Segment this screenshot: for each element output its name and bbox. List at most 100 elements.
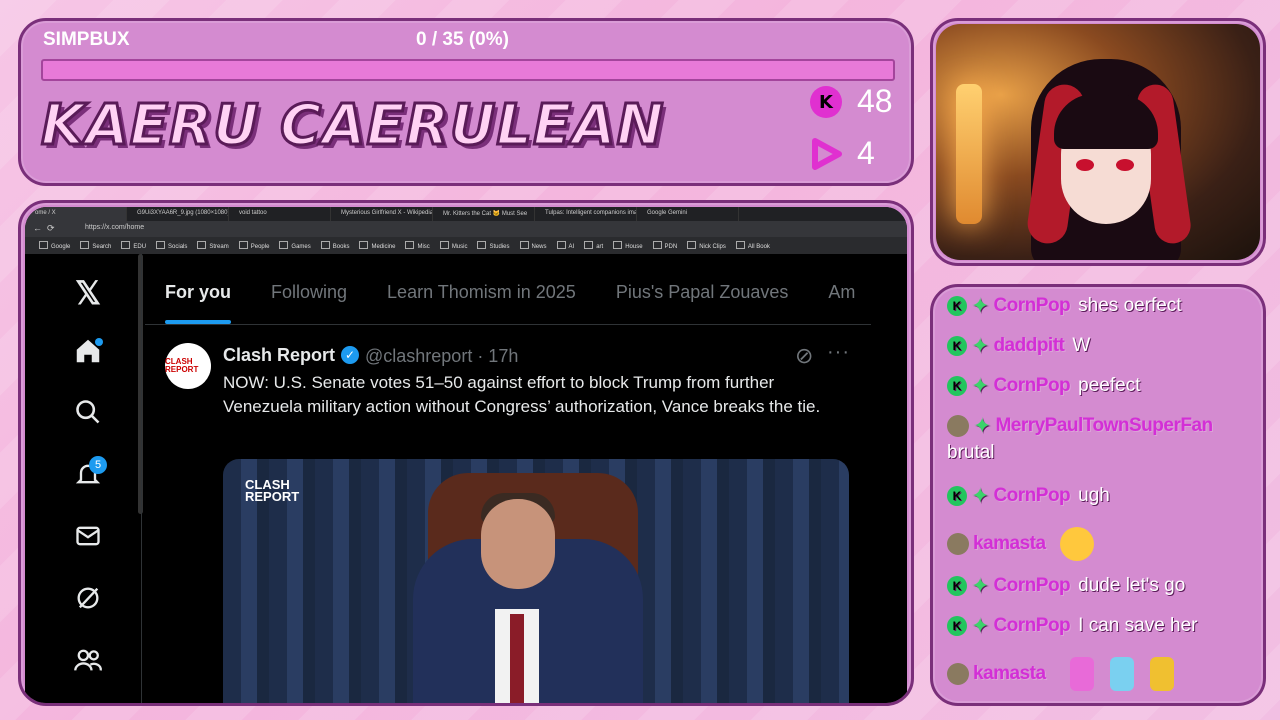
browser-tab-bar: ome / X G9Ui3XYAA6R_9.jpg (1080×1080) void… bbox=[25, 207, 907, 221]
streamer-name: KAERU CAERULEAN bbox=[40, 92, 666, 160]
goal-panel: SIMPBUX 0 / 35 (0%) KAERU CAERULEAN K 48… bbox=[18, 18, 914, 186]
communities-icon[interactable] bbox=[73, 646, 103, 681]
kick-stat: K 48 bbox=[809, 83, 893, 120]
bookmarks-bar: Google Search EDU Socials Stream People Games B… bbox=[25, 237, 907, 254]
chat-message-text: I can save her bbox=[1078, 615, 1198, 636]
x-logo-icon[interactable]: 𝕏 bbox=[73, 274, 103, 312]
bookmark-folder[interactable]: Medicine bbox=[359, 241, 395, 250]
user-avatar-icon bbox=[947, 415, 969, 437]
emote-icon bbox=[1109, 657, 1134, 691]
chat-message: ✦ MerryPaulTownSuperFan bbox=[947, 413, 1221, 439]
chat-message: K ✦ daddpitt W bbox=[947, 333, 1090, 359]
bookmark-folder[interactable]: Google bbox=[39, 241, 70, 250]
goal-label: SIMPBUX bbox=[43, 29, 130, 50]
bookmark-folder[interactable]: AI bbox=[557, 241, 575, 250]
post[interactable]: CLASH REPORT Clash Report ✓ @clashreport… bbox=[145, 325, 871, 703]
bookmark-folder[interactable]: Search bbox=[80, 241, 111, 250]
chat-message-text: ugh bbox=[1078, 485, 1110, 506]
bookmark-folder[interactable]: Nick Clips bbox=[687, 241, 726, 250]
url-text[interactable]: https://x.com/home bbox=[85, 224, 144, 231]
subscriber-badge-icon: ✦ bbox=[971, 333, 990, 358]
avatar[interactable]: CLASH REPORT bbox=[165, 343, 211, 389]
post-media[interactable]: CLASH REPORT bbox=[223, 459, 849, 703]
bookmark-folder[interactable]: All Book bbox=[736, 241, 770, 250]
messages-icon[interactable] bbox=[73, 522, 103, 557]
bookmark-folder[interactable]: PDN bbox=[653, 241, 678, 250]
bookmark-folder[interactable]: News bbox=[520, 241, 547, 250]
tab-following[interactable]: Following bbox=[251, 254, 367, 324]
tab-papal-zouaves[interactable]: Pius's Papal Zouaves bbox=[596, 254, 809, 324]
bookmark-folder[interactable]: Music bbox=[440, 241, 468, 250]
bookmark-folder[interactable]: House bbox=[613, 241, 642, 250]
bookmark-folder[interactable]: Stream bbox=[197, 241, 228, 250]
chat-username[interactable]: MerryPaulTownSuperFan bbox=[995, 415, 1213, 437]
browser-tab[interactable]: G9Ui3XYAA6R_9.jpg (1080×1080) bbox=[127, 207, 229, 221]
chat-message: K ✦ CornPop I can save her bbox=[947, 613, 1198, 639]
svg-text:K: K bbox=[819, 92, 834, 113]
x-feed: For you Following Learn Thomism in 2025 … bbox=[145, 254, 871, 703]
kick-badge-icon: K bbox=[947, 486, 967, 506]
kick-badge-icon: K bbox=[947, 616, 967, 636]
subscriber-badge-icon: ✦ bbox=[973, 413, 992, 438]
reload-icon[interactable]: ⟳ bbox=[47, 223, 55, 234]
chat-username[interactable]: CornPop bbox=[993, 375, 1070, 397]
bookmark-folder[interactable]: Books bbox=[321, 241, 350, 250]
chat-username[interactable]: daddpitt bbox=[993, 335, 1064, 357]
back-icon[interactable]: ← bbox=[33, 223, 42, 233]
chat-message: K ✦ CornPop shes oerfect bbox=[947, 293, 1182, 319]
chat-username[interactable]: CornPop bbox=[993, 485, 1070, 507]
chat-username[interactable]: kamasta bbox=[973, 533, 1046, 555]
emote-icon bbox=[1069, 657, 1094, 691]
kick-badge-icon: K bbox=[947, 576, 967, 596]
grok-icon[interactable]: ⊘ bbox=[795, 343, 813, 369]
chat-message: K ✦ CornPop dude let's go bbox=[947, 573, 1185, 599]
browser-tab[interactable]: void tattoo bbox=[229, 207, 331, 221]
chat-username[interactable]: CornPop bbox=[993, 575, 1070, 597]
bookmark-folder[interactable]: Studies bbox=[477, 241, 509, 250]
goal-progress-bar bbox=[41, 59, 895, 81]
feed-tabs: For you Following Learn Thomism in 2025 … bbox=[145, 254, 871, 325]
user-avatar-icon bbox=[947, 663, 969, 685]
address-bar[interactable]: ← ⟳ https://x.com/home bbox=[25, 221, 907, 237]
browser-tab[interactable]: Mysterious Girlfriend X - Wikipedia bbox=[331, 207, 433, 221]
kick-count: 48 bbox=[857, 83, 893, 119]
kick-badge-icon: K bbox=[947, 376, 967, 396]
browser-frame: ome / X G9Ui3XYAA6R_9.jpg (1080×1080) void… bbox=[18, 200, 914, 706]
notifications-icon[interactable]: 5 bbox=[73, 456, 107, 495]
search-icon[interactable] bbox=[73, 398, 103, 433]
browser-tab[interactable]: Tulpas: Intelligent companions ima bbox=[535, 207, 637, 221]
bookmark-folder[interactable]: EDU bbox=[121, 241, 146, 250]
post-author[interactable]: Clash Report bbox=[223, 345, 335, 366]
chat-message-text: dude let's go bbox=[1078, 575, 1186, 596]
browser-tab[interactable]: Google Gemini bbox=[637, 207, 739, 221]
subscriber-badge-icon: ✦ bbox=[971, 483, 990, 508]
tab-for-you[interactable]: For you bbox=[145, 254, 251, 324]
emote-icon bbox=[1149, 657, 1174, 691]
chat-message: kamasta bbox=[947, 527, 1094, 561]
grok-icon[interactable] bbox=[73, 584, 103, 619]
subscriber-badge-icon: ✦ bbox=[971, 573, 990, 598]
chat-message-text: W bbox=[1072, 335, 1091, 356]
tab-learn-thomism[interactable]: Learn Thomism in 2025 bbox=[367, 254, 596, 324]
chat-username[interactable]: kamasta bbox=[973, 663, 1046, 685]
chat-message: kamasta bbox=[947, 657, 1174, 691]
chat-panel: K ✦ CornPop shes oerfect K ✦ daddpitt W K ✦ CornPo… bbox=[930, 284, 1266, 706]
browser-tab[interactable]: ome / X bbox=[25, 207, 127, 221]
browser-tab[interactable]: Mr. Kitters the Cat 🐱 Must See bbox=[433, 207, 535, 221]
bookmark-folder[interactable]: Socials bbox=[156, 241, 187, 250]
home-icon[interactable] bbox=[73, 336, 103, 373]
lamp bbox=[956, 84, 982, 224]
bookmark-folder[interactable]: art bbox=[584, 241, 603, 250]
chat-username[interactable]: CornPop bbox=[993, 615, 1070, 637]
post-handle[interactable]: @clashreport · 17h bbox=[365, 346, 518, 367]
bookmark-folder[interactable]: Misc bbox=[405, 241, 429, 250]
chat-username[interactable]: CornPop bbox=[993, 295, 1070, 317]
subscriber-badge-icon: ✦ bbox=[971, 613, 990, 638]
bookmark-folder[interactable]: Games bbox=[279, 241, 310, 250]
tab-more[interactable]: Am bbox=[808, 254, 875, 324]
bookmark-folder[interactable]: People bbox=[239, 241, 270, 250]
chat-message-text: peefect bbox=[1078, 375, 1141, 396]
more-icon[interactable]: ··· bbox=[827, 341, 850, 364]
chat-message: K ✦ CornPop ugh bbox=[947, 483, 1110, 509]
kick-badge-icon: K bbox=[947, 296, 967, 316]
